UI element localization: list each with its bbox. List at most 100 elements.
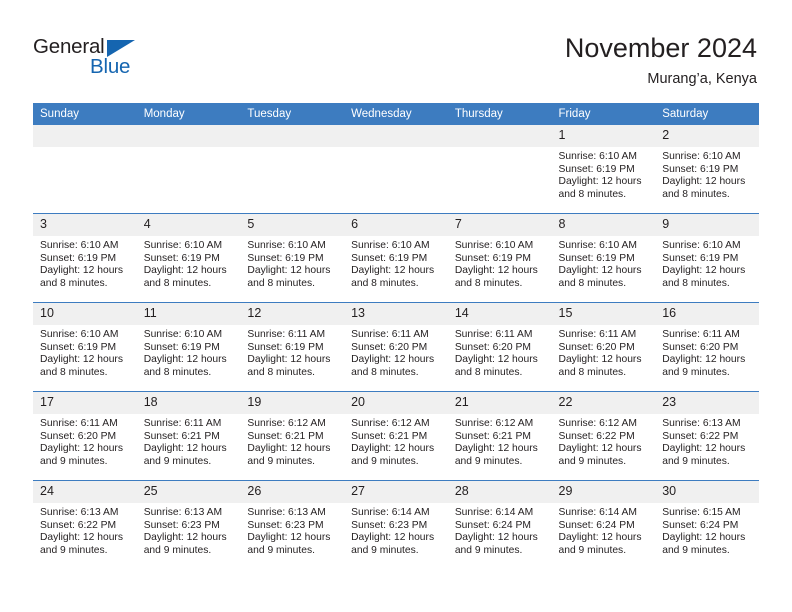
sunset-text: Sunset: 6:19 PM — [143, 341, 220, 353]
calendar-day-cell[interactable]: 11 Sunrise: 6:10 AM Sunset: 6:19 PM Dayligh… — [136, 302, 241, 392]
general-blue-logo[interactable]: General Blue — [33, 36, 163, 84]
sunset-text: Sunset: 6:23 PM — [143, 519, 220, 531]
daylight-text: Daylight: 12 hours and 9 minutes. — [40, 532, 123, 556]
day-details: Sunrise: 6:10 AM Sunset: 6:19 PM Daylight:… — [240, 236, 344, 290]
daylight-text: Daylight: 12 hours and 8 minutes. — [143, 265, 227, 289]
day-number: 13 — [344, 303, 448, 325]
sunset-text: Sunset: 6:19 PM — [454, 252, 531, 264]
sunrise-text: Sunrise: 6:10 AM — [247, 240, 326, 251]
daylight-text: Daylight: 12 hours and 9 minutes. — [662, 532, 746, 556]
day-number: 18 — [136, 392, 241, 414]
sunset-text: Sunset: 6:22 PM — [558, 430, 635, 442]
calendar-day-cell[interactable]: 3 Sunrise: 6:10 AM Sunset: 6:19 PM Daylight… — [33, 213, 137, 303]
calendar-day-cell[interactable]: 20 Sunrise: 6:12 AM Sunset: 6:21 PM Dayligh… — [344, 391, 448, 481]
calendar-week-row: 24 Sunrise: 6:13 AM Sunset: 6:22 PM Dayligh… — [33, 480, 759, 569]
calendar-week-row: 10 Sunrise: 6:10 AM Sunset: 6:19 PM Dayligh… — [33, 302, 759, 392]
calendar-day-cell[interactable]: 27 Sunrise: 6:14 AM Sunset: 6:23 PM Dayligh… — [344, 480, 448, 569]
calendar-day-cell[interactable]: 18 Sunrise: 6:11 AM Sunset: 6:21 PM Dayligh… — [136, 391, 241, 481]
calendar-day-cell[interactable]: 28 Sunrise: 6:14 AM Sunset: 6:24 PM Dayligh… — [447, 480, 552, 569]
calendar-body: 1 Sunrise: 6:10 AM Sunset: 6:19 PM Daylight… — [33, 125, 759, 569]
column-header-tuesday: Tuesday — [240, 103, 345, 125]
calendar-empty-cell — [447, 125, 552, 214]
calendar-day-cell[interactable]: 5 Sunrise: 6:10 AM Sunset: 6:19 PM Daylight… — [240, 213, 345, 303]
daylight-text: Daylight: 12 hours and 9 minutes. — [454, 443, 538, 467]
day-number: 19 — [240, 392, 345, 414]
calendar-day-cell[interactable]: 25 Sunrise: 6:13 AM Sunset: 6:23 PM Dayligh… — [136, 480, 241, 569]
day-details: Sunrise: 6:10 AM Sunset: 6:19 PM Daylight:… — [33, 236, 137, 290]
calendar-day-cell[interactable]: 21 Sunrise: 6:12 AM Sunset: 6:21 PM Dayligh… — [447, 391, 552, 481]
daylight-text: Daylight: 12 hours and 8 minutes. — [454, 354, 538, 378]
day-number: 29 — [551, 481, 656, 503]
calendar-day-cell[interactable]: 6 Sunrise: 6:10 AM Sunset: 6:19 PM Daylight… — [344, 213, 448, 303]
day-details — [137, 147, 241, 151]
calendar-day-cell[interactable]: 19 Sunrise: 6:12 AM Sunset: 6:21 PM Dayligh… — [240, 391, 345, 481]
calendar-day-cell[interactable]: 13 Sunrise: 6:11 AM Sunset: 6:20 PM Dayligh… — [344, 302, 448, 392]
sunset-text: Sunset: 6:23 PM — [351, 519, 428, 531]
sunrise-text: Sunrise: 6:12 AM — [558, 418, 637, 429]
sunset-text: Sunset: 6:19 PM — [662, 163, 739, 175]
day-number: 8 — [551, 214, 656, 236]
logo-word-blue: Blue — [90, 55, 131, 78]
day-details: Sunrise: 6:11 AM Sunset: 6:21 PM Daylight:… — [137, 414, 241, 468]
day-number: 15 — [551, 303, 656, 325]
calendar-day-cell[interactable]: 15 Sunrise: 6:11 AM Sunset: 6:20 PM Dayligh… — [551, 302, 656, 392]
sunset-text: Sunset: 6:22 PM — [40, 519, 117, 531]
calendar-day-cell[interactable]: 23 Sunrise: 6:13 AM Sunset: 6:22 PM Dayligh… — [655, 391, 759, 481]
sunset-text: Sunset: 6:22 PM — [662, 430, 739, 442]
sunset-text: Sunset: 6:21 PM — [247, 430, 324, 442]
sunrise-text: Sunrise: 6:10 AM — [662, 240, 741, 251]
day-number — [447, 125, 552, 147]
sunrise-text: Sunrise: 6:11 AM — [558, 329, 637, 340]
day-number: 16 — [655, 303, 759, 325]
column-header-thursday: Thursday — [447, 103, 552, 125]
sunrise-text: Sunrise: 6:13 AM — [247, 507, 326, 518]
calendar-day-cell[interactable]: 1 Sunrise: 6:10 AM Sunset: 6:19 PM Daylight… — [551, 125, 656, 214]
sunrise-text: Sunrise: 6:11 AM — [143, 418, 222, 429]
calendar-day-cell[interactable]: 10 Sunrise: 6:10 AM Sunset: 6:19 PM Dayligh… — [33, 302, 137, 392]
day-details: Sunrise: 6:11 AM Sunset: 6:20 PM Daylight:… — [344, 325, 448, 379]
sunset-text: Sunset: 6:24 PM — [454, 519, 531, 531]
calendar-day-cell[interactable]: 26 Sunrise: 6:13 AM Sunset: 6:23 PM Dayligh… — [240, 480, 345, 569]
calendar-day-cell[interactable]: 9 Sunrise: 6:10 AM Sunset: 6:19 PM Daylight… — [655, 213, 759, 303]
sunrise-text: Sunrise: 6:10 AM — [662, 151, 741, 162]
day-number: 30 — [655, 481, 759, 503]
page-subtitle: Murang’a, Kenya — [647, 71, 757, 87]
daylight-text: Daylight: 12 hours and 9 minutes. — [247, 532, 331, 556]
calendar-day-cell[interactable]: 17 Sunrise: 6:11 AM Sunset: 6:20 PM Dayligh… — [33, 391, 137, 481]
calendar-day-cell[interactable]: 30 Sunrise: 6:15 AM Sunset: 6:24 PM Dayligh… — [655, 480, 759, 569]
sunrise-text: Sunrise: 6:12 AM — [351, 418, 430, 429]
day-details: Sunrise: 6:10 AM Sunset: 6:19 PM Daylight:… — [137, 236, 241, 290]
sunrise-text: Sunrise: 6:10 AM — [558, 240, 637, 251]
calendar-day-cell[interactable]: 4 Sunrise: 6:10 AM Sunset: 6:19 PM Daylight… — [136, 213, 241, 303]
daylight-text: Daylight: 12 hours and 8 minutes. — [662, 176, 746, 200]
column-header-wednesday: Wednesday — [344, 103, 448, 125]
calendar-day-cell[interactable]: 2 Sunrise: 6:10 AM Sunset: 6:19 PM Daylight… — [655, 125, 759, 214]
column-header-sunday: Sunday — [33, 103, 137, 125]
sunset-text: Sunset: 6:19 PM — [247, 252, 324, 264]
sunset-text: Sunset: 6:20 PM — [662, 341, 739, 353]
calendar-day-cell[interactable]: 14 Sunrise: 6:11 AM Sunset: 6:20 PM Dayligh… — [447, 302, 552, 392]
calendar-day-cell[interactable]: 22 Sunrise: 6:12 AM Sunset: 6:22 PM Dayligh… — [551, 391, 656, 481]
day-number: 21 — [447, 392, 552, 414]
day-number: 14 — [447, 303, 552, 325]
calendar-day-cell[interactable]: 16 Sunrise: 6:11 AM Sunset: 6:20 PM Dayligh… — [655, 302, 759, 392]
day-details: Sunrise: 6:14 AM Sunset: 6:24 PM Daylight:… — [448, 503, 552, 557]
weekday-header-row: Sunday Monday Tuesday Wednesday Thursday… — [33, 103, 759, 125]
daylight-text: Daylight: 12 hours and 8 minutes. — [662, 265, 746, 289]
calendar-day-cell[interactable]: 12 Sunrise: 6:11 AM Sunset: 6:19 PM Dayligh… — [240, 302, 345, 392]
sunset-text: Sunset: 6:20 PM — [558, 341, 635, 353]
day-details: Sunrise: 6:12 AM Sunset: 6:21 PM Daylight:… — [448, 414, 552, 468]
calendar-week-row: 3 Sunrise: 6:10 AM Sunset: 6:19 PM Daylight… — [33, 213, 759, 303]
day-number: 2 — [655, 125, 759, 147]
calendar-day-cell[interactable]: 7 Sunrise: 6:10 AM Sunset: 6:19 PM Daylight… — [447, 213, 552, 303]
day-details: Sunrise: 6:13 AM Sunset: 6:22 PM Daylight:… — [655, 414, 759, 468]
sunrise-text: Sunrise: 6:11 AM — [351, 329, 429, 340]
calendar-day-cell[interactable]: 8 Sunrise: 6:10 AM Sunset: 6:19 PM Daylight… — [551, 213, 656, 303]
logo-divider — [87, 57, 89, 78]
sunset-text: Sunset: 6:20 PM — [454, 341, 531, 353]
sunrise-text: Sunrise: 6:10 AM — [143, 329, 223, 340]
calendar-day-cell[interactable]: 29 Sunrise: 6:14 AM Sunset: 6:24 PM Dayligh… — [551, 480, 656, 569]
daylight-text: Daylight: 12 hours and 8 minutes. — [247, 265, 331, 289]
calendar-day-cell[interactable]: 24 Sunrise: 6:13 AM Sunset: 6:22 PM Dayligh… — [33, 480, 137, 569]
day-details — [240, 147, 344, 151]
